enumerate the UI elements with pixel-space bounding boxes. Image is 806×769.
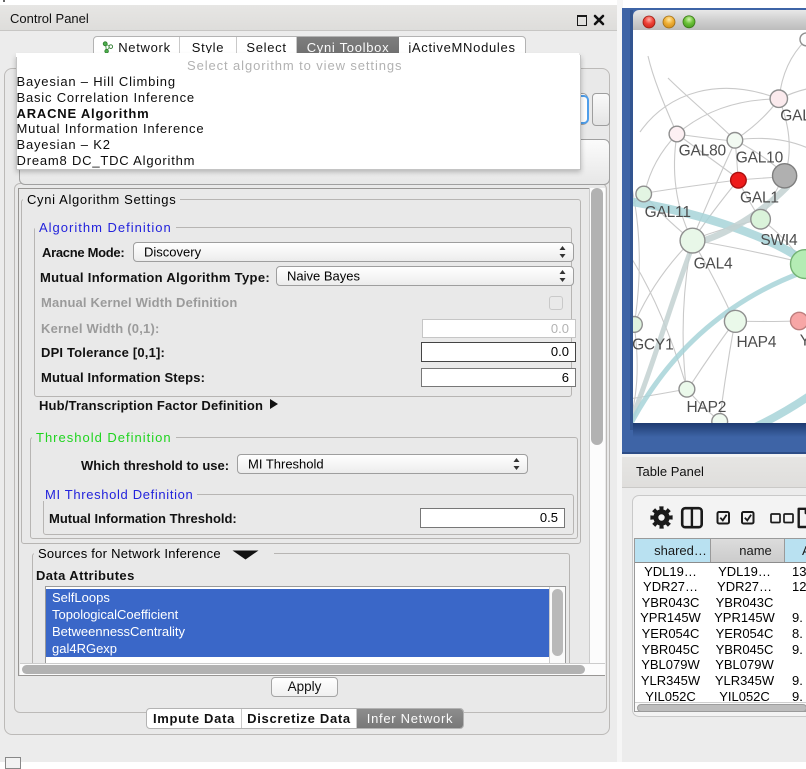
svg-text:GAL1: GAL1 <box>740 189 779 206</box>
svg-text:GAL4: GAL4 <box>694 255 733 272</box>
svg-text:GAL11: GAL11 <box>645 204 691 221</box>
svg-text:GCY1: GCY1 <box>633 337 674 354</box>
svg-text:GAL10: GAL10 <box>736 150 784 167</box>
svg-text:GAL80: GAL80 <box>679 143 727 160</box>
svg-text:HAP4: HAP4 <box>737 334 777 351</box>
svg-text:GAL80: GAL80 <box>780 108 806 125</box>
svg-text:SWI4: SWI4 <box>760 232 798 249</box>
svg-text:YJ: YJ <box>800 333 806 350</box>
svg-text:HAP2: HAP2 <box>686 399 726 416</box>
